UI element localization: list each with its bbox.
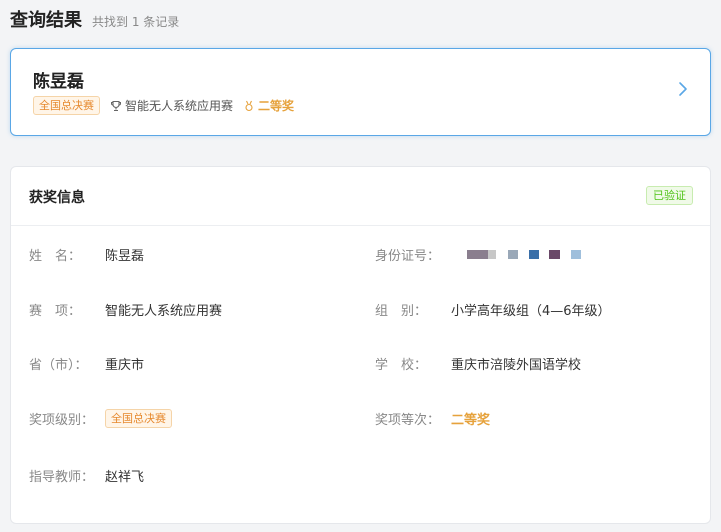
school-label: 学 校：: [375, 358, 428, 373]
verified-badge: 已验证: [646, 186, 693, 205]
event-value: 智能无人系统应用赛: [105, 304, 223, 319]
name-label: 姓 名：: [29, 249, 82, 264]
trophy-icon: [111, 100, 121, 111]
rank-label: 奖项等次：: [375, 413, 441, 428]
province-label: 省（市）：: [29, 358, 88, 373]
award-info-card: 获奖信息 已验证 姓 名： 陈昱磊 身份证号： 赛 项： 智能无人系统应用赛 组…: [10, 166, 711, 524]
school-value: 重庆市涪陵外国语学校: [451, 358, 582, 373]
field-event: 赛 项： 智能无人系统应用赛: [29, 300, 222, 319]
card-header: 获奖信息 已验证: [11, 167, 710, 226]
page-title: 查询结果: [10, 10, 82, 31]
card-title: 获奖信息: [29, 190, 85, 206]
group-value: 小学高年级组（4—6年级）: [451, 304, 611, 319]
field-level: 奖项级别： 全国总决赛: [29, 409, 172, 428]
field-group: 组 别： 小学高年级组（4—6年级）: [375, 300, 611, 319]
event-label: 赛 项：: [29, 304, 82, 319]
field-teacher: 指导教师： 赵祥飞: [29, 466, 144, 485]
medal-icon: [245, 100, 253, 111]
teacher-label: 指导教师：: [29, 470, 95, 485]
result-count: 共找到 1 条记录: [92, 15, 180, 29]
level-badge: 全国总决赛: [33, 96, 100, 115]
event-tag: 智能无人系统应用赛: [110, 97, 233, 114]
name-value: 陈昱磊: [105, 249, 145, 264]
results-header: 查询结果 共找到 1 条记录: [10, 6, 179, 34]
prize-tag: 二等奖: [243, 97, 294, 114]
result-name: 陈昱磊: [33, 72, 84, 92]
province-value: 重庆市: [105, 358, 145, 373]
rank-value: 二等奖: [451, 413, 491, 428]
id-label: 身份证号：: [375, 249, 441, 264]
result-tags: 全国总决赛 智能无人系统应用赛 二等奖: [33, 96, 294, 115]
field-name: 姓 名： 陈昱磊: [29, 245, 144, 264]
teacher-value: 赵祥飞: [105, 470, 145, 485]
level-value-badge: 全国总决赛: [105, 409, 172, 428]
chevron-right-icon[interactable]: [678, 81, 688, 97]
level-label: 奖项级别：: [29, 413, 95, 428]
field-rank: 奖项等次： 二等奖: [375, 409, 490, 428]
group-label: 组 别：: [375, 304, 428, 319]
result-card[interactable]: 陈昱磊 全国总决赛 智能无人系统应用赛 二等奖: [10, 48, 711, 136]
field-province: 省（市）： 重庆市: [29, 354, 144, 373]
id-number-masked: [467, 250, 581, 259]
event-text: 智能无人系统应用赛: [125, 99, 234, 113]
prize-text: 二等奖: [258, 99, 295, 113]
field-id: 身份证号：: [375, 245, 581, 264]
field-school: 学 校： 重庆市涪陵外国语学校: [375, 354, 581, 373]
